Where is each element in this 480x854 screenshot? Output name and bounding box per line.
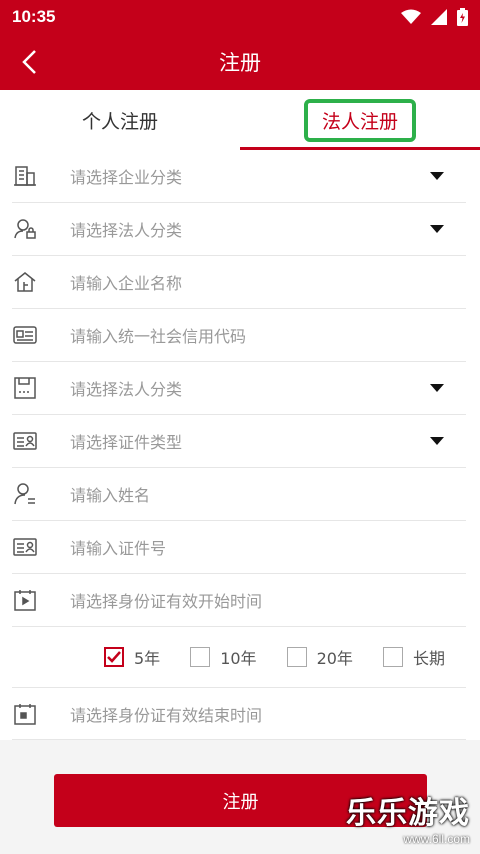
checkbox[interactable] [286, 647, 307, 667]
tab-bar: 个人注册 法人注册 [0, 90, 480, 150]
register-form: 请选择企业分类 请选择法人分类 请输入企业名称 请输入统一社会信用代码 请选择法… [0, 150, 480, 740]
watermark-text: 乐乐游戏 [346, 796, 470, 831]
save-icon [12, 375, 38, 401]
status-icons [401, 8, 468, 26]
person-icon [12, 481, 38, 507]
calendar-icon [12, 701, 38, 727]
signal-icon [431, 9, 447, 25]
placeholder: 请输入统一社会信用代码 [70, 327, 247, 346]
calendar-icon [12, 587, 38, 613]
page-title: 注册 [219, 51, 261, 75]
battery-icon [457, 8, 468, 26]
dropdown-caret-icon [430, 172, 444, 180]
placeholder: 请选择法人分类 [70, 221, 183, 240]
dropdown-caret-icon [430, 437, 444, 445]
validity-option-20y[interactable]: 20年 [286, 645, 353, 669]
status-bar: 10:35 [0, 0, 480, 34]
watermark-logo: 乐乐游戏 www.6ll.com [346, 788, 470, 846]
footer: 注册 乐乐游戏 www.6ll.com [0, 754, 480, 854]
tab-personal-register[interactable]: 个人注册 [0, 90, 240, 150]
name-input[interactable]: 请输入姓名 [12, 468, 466, 521]
option-label: 10年 [220, 649, 257, 668]
id-valid-end-select[interactable]: 请选择身份证有效结束时间 [12, 687, 466, 740]
home-icon [12, 269, 38, 295]
enterprise-category-select[interactable]: 请选择企业分类 [12, 150, 466, 203]
checkbox[interactable] [190, 647, 211, 667]
placeholder: 请输入姓名 [70, 486, 151, 505]
id-number-input[interactable]: 请输入证件号 [12, 521, 466, 574]
placeholder: 请选择证件类型 [70, 433, 183, 452]
back-button[interactable] [14, 46, 44, 78]
option-label: 20年 [316, 649, 353, 668]
app-bar: 注册 [0, 34, 480, 90]
id-card-icon [12, 428, 38, 454]
placeholder: 请输入企业名称 [70, 274, 183, 293]
credit-code-input[interactable]: 请输入统一社会信用代码 [12, 309, 466, 362]
placeholder: 请选择身份证有效结束时间 [70, 705, 263, 725]
validity-option-long-term[interactable]: 长期 [382, 645, 445, 669]
tab-legal-person-register[interactable]: 法人注册 [240, 90, 480, 150]
placeholder: 请选择法人分类 [70, 380, 183, 399]
status-time: 10:35 [12, 7, 56, 26]
checkbox-checked[interactable] [104, 647, 124, 667]
placeholder: 请输入证件号 [70, 539, 167, 558]
tab-label: 个人注册 [81, 110, 158, 133]
enterprise-name-input[interactable]: 请输入企业名称 [12, 256, 466, 309]
validity-option-5y[interactable]: 5年 [104, 645, 160, 669]
person-lock-icon [12, 216, 38, 242]
id-card-icon [12, 534, 38, 560]
wifi-icon [401, 9, 421, 24]
building-icon [12, 163, 38, 189]
tab-label: 法人注册 [303, 98, 416, 142]
validity-option-10y[interactable]: 10年 [190, 645, 257, 669]
dropdown-caret-icon [430, 384, 444, 392]
placeholder: 请选择身份证有效开始时间 [70, 592, 263, 611]
checkbox[interactable] [382, 647, 403, 667]
chevron-left-icon [22, 50, 36, 74]
legal-person-category-select-2[interactable]: 请选择法人分类 [12, 362, 466, 415]
check-icon [107, 651, 121, 663]
watermark-url: www.6ll.com [403, 832, 470, 846]
id-type-select[interactable]: 请选择证件类型 [12, 415, 466, 468]
validity-period-options: 5年 10年 20年 长期 [0, 627, 480, 687]
option-label: 5年 [134, 649, 161, 668]
placeholder: 请选择企业分类 [70, 168, 183, 187]
dropdown-caret-icon [430, 225, 444, 233]
legal-person-category-select[interactable]: 请选择法人分类 [12, 203, 466, 256]
option-label: 长期 [412, 649, 445, 668]
id-valid-start-select[interactable]: 请选择身份证有效开始时间 [12, 574, 466, 627]
id-card-icon [12, 322, 38, 348]
